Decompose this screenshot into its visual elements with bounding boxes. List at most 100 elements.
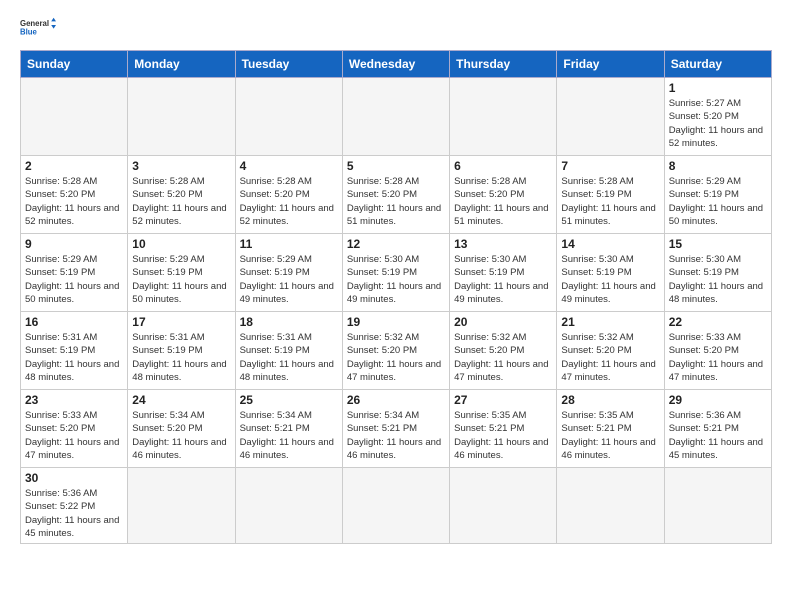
cell-sun-info: Sunrise: 5:31 AMSunset: 5:19 PMDaylight:… (240, 331, 338, 384)
day-number: 8 (669, 159, 767, 173)
day-number: 5 (347, 159, 445, 173)
calendar-cell: 15 Sunrise: 5:30 AMSunset: 5:19 PMDayligh… (664, 234, 771, 312)
calendar-cell: 26 Sunrise: 5:34 AMSunset: 5:21 PMDayligh… (342, 390, 449, 468)
calendar-week-row: 23Sunrise: 5:33 AMSunset: 5:20 PMDayligh… (21, 390, 772, 468)
cell-sun-info: Sunrise: 5:35 AMSunset: 5:21 PMDaylight:… (454, 409, 552, 462)
day-number: 17 (132, 315, 230, 329)
cell-sun-info: Sunrise: 5:29 AMSunset: 5:19 PMDaylight:… (669, 175, 767, 228)
day-number: 22 (669, 315, 767, 329)
calendar-cell: 12Sunrise: 5:30 AMSunset: 5:19 PMDayligh… (342, 234, 449, 312)
cell-sun-info: Sunrise: 5:31 AMSunset: 5:19 PMDaylight:… (25, 331, 123, 384)
day-number: 12 (347, 237, 445, 251)
calendar-cell: 5 Sunrise: 5:28 AMSunset: 5:20 PMDaylight… (342, 156, 449, 234)
day-number: 18 (240, 315, 338, 329)
calendar-cell: 4Sunrise: 5:28 AMSunset: 5:20 PMDaylight… (235, 156, 342, 234)
cell-sun-info: Sunrise: 5:29 AMSunset: 5:19 PMDaylight:… (240, 253, 338, 306)
calendar-cell (557, 78, 664, 156)
cell-sun-info: Sunrise: 5:27 AMSunset: 5:20 PMDaylight:… (669, 97, 767, 150)
calendar-cell (21, 78, 128, 156)
day-number: 2 (25, 159, 123, 173)
day-number: 16 (25, 315, 123, 329)
day-number: 30 (25, 471, 123, 485)
svg-text:Blue: Blue (20, 28, 38, 37)
weekday-header-thursday: Thursday (450, 51, 557, 78)
cell-sun-info: Sunrise: 5:28 AMSunset: 5:20 PMDaylight:… (347, 175, 445, 228)
calendar-cell: 24Sunrise: 5:34 AMSunset: 5:20 PMDayligh… (128, 390, 235, 468)
cell-sun-info: Sunrise: 5:28 AMSunset: 5:20 PMDaylight:… (132, 175, 230, 228)
calendar-cell (450, 468, 557, 544)
day-number: 10 (132, 237, 230, 251)
day-number: 26 (347, 393, 445, 407)
calendar-cell: 11 Sunrise: 5:29 AMSunset: 5:19 PMDayligh… (235, 234, 342, 312)
calendar-cell: 28Sunrise: 5:35 AMSunset: 5:21 PMDayligh… (557, 390, 664, 468)
calendar-cell: 27 Sunrise: 5:35 AMSunset: 5:21 PMDayligh… (450, 390, 557, 468)
calendar-cell: 29 Sunrise: 5:36 AMSunset: 5:21 PMDayligh… (664, 390, 771, 468)
cell-sun-info: Sunrise: 5:28 AMSunset: 5:20 PMDaylight:… (454, 175, 552, 228)
calendar-cell: 7 Sunrise: 5:28 AMSunset: 5:19 PMDaylight… (557, 156, 664, 234)
cell-sun-info: Sunrise: 5:30 AMSunset: 5:19 PMDaylight:… (561, 253, 659, 306)
cell-sun-info: Sunrise: 5:36 AMSunset: 5:22 PMDaylight:… (25, 487, 123, 540)
cell-sun-info: Sunrise: 5:31 AMSunset: 5:19 PMDaylight:… (132, 331, 230, 384)
calendar-cell: 23Sunrise: 5:33 AMSunset: 5:20 PMDayligh… (21, 390, 128, 468)
calendar-cell: 3 Sunrise: 5:28 AMSunset: 5:20 PMDaylight… (128, 156, 235, 234)
cell-sun-info: Sunrise: 5:28 AMSunset: 5:19 PMDaylight:… (561, 175, 659, 228)
calendar-cell (235, 78, 342, 156)
calendar-cell (128, 78, 235, 156)
calendar-cell: 18 Sunrise: 5:31 AMSunset: 5:19 PMDayligh… (235, 312, 342, 390)
weekday-header-tuesday: Tuesday (235, 51, 342, 78)
day-number: 29 (669, 393, 767, 407)
calendar-week-row: 9 Sunrise: 5:29 AMSunset: 5:19 PMDaylight… (21, 234, 772, 312)
weekday-header-saturday: Saturday (664, 51, 771, 78)
calendar-cell: 6 Sunrise: 5:28 AMSunset: 5:20 PMDaylight… (450, 156, 557, 234)
cell-sun-info: Sunrise: 5:32 AMSunset: 5:20 PMDaylight:… (347, 331, 445, 384)
calendar-cell: 22 Sunrise: 5:33 AMSunset: 5:20 PMDayligh… (664, 312, 771, 390)
cell-sun-info: Sunrise: 5:35 AMSunset: 5:21 PMDaylight:… (561, 409, 659, 462)
cell-sun-info: Sunrise: 5:32 AMSunset: 5:20 PMDaylight:… (561, 331, 659, 384)
weekday-header-sunday: Sunday (21, 51, 128, 78)
calendar-week-row: 1Sunrise: 5:27 AMSunset: 5:20 PMDaylight… (21, 78, 772, 156)
cell-sun-info: Sunrise: 5:33 AMSunset: 5:20 PMDaylight:… (669, 331, 767, 384)
calendar-cell: 1Sunrise: 5:27 AMSunset: 5:20 PMDaylight… (664, 78, 771, 156)
day-number: 20 (454, 315, 552, 329)
calendar-cell: 21 Sunrise: 5:32 AMSunset: 5:20 PMDayligh… (557, 312, 664, 390)
day-number: 3 (132, 159, 230, 173)
cell-sun-info: Sunrise: 5:28 AMSunset: 5:20 PMDaylight:… (25, 175, 123, 228)
cell-sun-info: Sunrise: 5:34 AMSunset: 5:21 PMDaylight:… (347, 409, 445, 462)
calendar-cell: 8 Sunrise: 5:29 AMSunset: 5:19 PMDaylight… (664, 156, 771, 234)
weekday-header-friday: Friday (557, 51, 664, 78)
calendar-cell: 19Sunrise: 5:32 AMSunset: 5:20 PMDayligh… (342, 312, 449, 390)
calendar-cell: 25Sunrise: 5:34 AMSunset: 5:21 PMDayligh… (235, 390, 342, 468)
calendar-cell: 13 Sunrise: 5:30 AMSunset: 5:19 PMDayligh… (450, 234, 557, 312)
cell-sun-info: Sunrise: 5:29 AMSunset: 5:19 PMDaylight:… (25, 253, 123, 306)
day-number: 6 (454, 159, 552, 173)
calendar-cell (128, 468, 235, 544)
day-number: 21 (561, 315, 659, 329)
cell-sun-info: Sunrise: 5:33 AMSunset: 5:20 PMDaylight:… (25, 409, 123, 462)
day-number: 11 (240, 237, 338, 251)
day-number: 14 (561, 237, 659, 251)
calendar-cell: 9 Sunrise: 5:29 AMSunset: 5:19 PMDaylight… (21, 234, 128, 312)
cell-sun-info: Sunrise: 5:36 AMSunset: 5:21 PMDaylight:… (669, 409, 767, 462)
calendar-cell: 14 Sunrise: 5:30 AMSunset: 5:19 PMDayligh… (557, 234, 664, 312)
calendar-cell (342, 468, 449, 544)
cell-sun-info: Sunrise: 5:34 AMSunset: 5:21 PMDaylight:… (240, 409, 338, 462)
weekday-header-monday: Monday (128, 51, 235, 78)
cell-sun-info: Sunrise: 5:30 AMSunset: 5:19 PMDaylight:… (454, 253, 552, 306)
cell-sun-info: Sunrise: 5:29 AMSunset: 5:19 PMDaylight:… (132, 253, 230, 306)
calendar-week-row: 16 Sunrise: 5:31 AMSunset: 5:19 PMDayligh… (21, 312, 772, 390)
cell-sun-info: Sunrise: 5:30 AMSunset: 5:19 PMDaylight:… (669, 253, 767, 306)
calendar-table: SundayMondayTuesdayWednesdayThursdayFrid… (20, 50, 772, 544)
generalblue-logo-icon: General Blue (20, 16, 56, 40)
calendar-cell (557, 468, 664, 544)
day-number: 7 (561, 159, 659, 173)
day-number: 15 (669, 237, 767, 251)
day-number: 9 (25, 237, 123, 251)
day-number: 27 (454, 393, 552, 407)
day-number: 13 (454, 237, 552, 251)
cell-sun-info: Sunrise: 5:34 AMSunset: 5:20 PMDaylight:… (132, 409, 230, 462)
calendar-week-row: 30 Sunrise: 5:36 AMSunset: 5:22 PMDayligh… (21, 468, 772, 544)
logo-area: General Blue (20, 16, 56, 42)
calendar-cell: 2 Sunrise: 5:28 AMSunset: 5:20 PMDaylight… (21, 156, 128, 234)
calendar-cell (235, 468, 342, 544)
calendar-cell: 30 Sunrise: 5:36 AMSunset: 5:22 PMDayligh… (21, 468, 128, 544)
